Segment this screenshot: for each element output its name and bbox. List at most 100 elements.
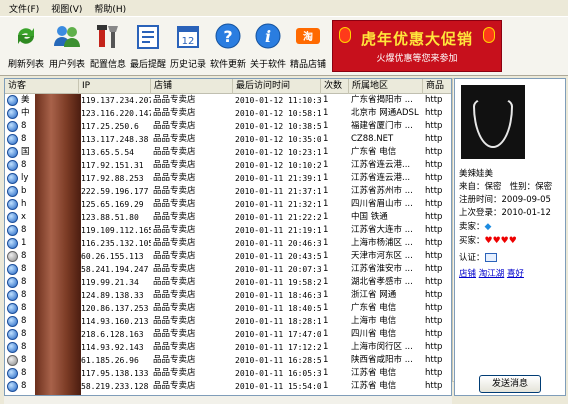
col-ip[interactable]: IP bbox=[79, 79, 151, 94]
shop-cell: 品品专卖店 bbox=[153, 355, 196, 365]
region-cell: 浙江省 网通 bbox=[351, 290, 397, 300]
lantern-icon bbox=[339, 27, 351, 43]
menu-view[interactable]: 视图(V) bbox=[45, 2, 88, 15]
time-cell: 2010-01-11 17:12:28 bbox=[235, 343, 321, 352]
region-cell: CZ88.NET bbox=[351, 134, 394, 144]
software-update-button[interactable]: ? 软件更新 bbox=[208, 19, 248, 75]
send-message-button[interactable]: 发送消息 bbox=[479, 375, 541, 393]
count-cell: 1 bbox=[323, 277, 329, 287]
shop-cell: 品品专卖店 bbox=[153, 121, 196, 131]
visitor-status-icon bbox=[7, 303, 18, 314]
region-cell: 上海市闵行区 ... bbox=[351, 342, 413, 352]
visitor-name-cell: h bbox=[21, 199, 27, 209]
favorites-link[interactable]: 喜好 bbox=[507, 269, 524, 279]
count-cell: 1 bbox=[323, 316, 329, 326]
seller-rating-row: 卖家：◆ bbox=[459, 220, 491, 232]
visitor-name-cell: 国 bbox=[21, 147, 30, 157]
count-cell: 1 bbox=[323, 303, 329, 313]
time-cell: 2010-01-11 18:40:59 bbox=[235, 304, 321, 313]
visitor-name-cell: 8 bbox=[21, 121, 27, 131]
shop-cell: 品品专卖店 bbox=[153, 264, 196, 274]
tools-icon bbox=[93, 21, 123, 51]
ip-cell: 113.117.248.38 bbox=[81, 135, 149, 144]
count-cell: 1 bbox=[323, 381, 329, 391]
time-cell: 2010-01-11 16:28:54 bbox=[235, 356, 321, 365]
time-cell: 2010-01-11 20:46:32 bbox=[235, 239, 321, 248]
visitor-status-icon bbox=[7, 355, 18, 366]
horizontal-scrollbar[interactable] bbox=[4, 396, 452, 404]
product-cell: http bbox=[425, 381, 443, 391]
region-cell: 天津市河东区 ... bbox=[351, 251, 413, 261]
time-cell: 2010-01-12 10:35:01 bbox=[235, 135, 321, 144]
last-reminder-button[interactable]: 最后提醒 bbox=[128, 19, 168, 75]
product-cell: http bbox=[425, 290, 443, 300]
count-cell: 1 bbox=[323, 147, 329, 157]
menu-help[interactable]: 帮助(H) bbox=[88, 2, 132, 15]
region-cell: 上海市杨浦区 ... bbox=[351, 238, 413, 248]
col-region[interactable]: 所属地区 bbox=[349, 79, 423, 94]
region-cell: 陕西省咸阳市 ... bbox=[351, 355, 413, 365]
reg-value: 2009-09-05 bbox=[501, 195, 551, 205]
shop-cell: 品品专卖店 bbox=[153, 212, 196, 222]
seller-label: 卖家： bbox=[459, 222, 485, 232]
product-cell: http bbox=[425, 225, 443, 235]
ip-cell: 116.235.132.105 bbox=[81, 239, 151, 248]
product-cell: http bbox=[425, 264, 443, 274]
col-visitor[interactable]: 访客 bbox=[5, 79, 79, 94]
product-cell: http bbox=[425, 251, 443, 261]
visitor-status-icon bbox=[7, 368, 18, 379]
visitor-name-cell: 8 bbox=[21, 342, 27, 352]
ip-cell: 218.6.128.163 bbox=[81, 330, 144, 339]
visitor-name-cell: 8 bbox=[21, 355, 27, 365]
svg-text:淘: 淘 bbox=[303, 30, 313, 43]
region-cell: 四川省 电信 bbox=[351, 329, 397, 339]
product-cell: http bbox=[425, 147, 443, 157]
region-cell: 福建省厦门市 ... bbox=[351, 121, 413, 131]
count-cell: 1 bbox=[323, 173, 329, 183]
shop-cell: 品品专卖店 bbox=[153, 225, 196, 235]
ip-cell: 117.95.138.133 bbox=[81, 369, 149, 378]
necklace-image bbox=[473, 96, 513, 148]
visitor-status-icon bbox=[7, 290, 18, 301]
visitor-status-icon bbox=[7, 277, 18, 288]
svg-text:?: ? bbox=[223, 27, 232, 46]
visitor-status-icon bbox=[7, 264, 18, 275]
about-button[interactable]: i 关于软件 bbox=[248, 19, 288, 75]
shop-cell: 品品专卖店 bbox=[153, 368, 196, 378]
count-cell: 1 bbox=[323, 121, 329, 131]
visitor-name-cell: 美 bbox=[21, 95, 30, 105]
region-cell: 广东省 电信 bbox=[351, 147, 397, 157]
promo-banner[interactable]: 虎年优惠大促销 火爆优惠等您来参加 bbox=[332, 20, 502, 72]
promo-title: 虎年优惠大促销 bbox=[360, 30, 473, 48]
col-last-visit[interactable]: 最后访问时间 bbox=[233, 79, 321, 94]
col-count[interactable]: 次数 bbox=[321, 79, 349, 94]
ip-cell: 117.25.250.6 bbox=[81, 122, 139, 131]
menu-file[interactable]: 文件(F) bbox=[3, 2, 45, 15]
shop-cell: 品品专卖店 bbox=[153, 108, 196, 118]
ip-cell: 117.92.88.253 bbox=[81, 174, 144, 183]
visitor-name-cell: 8 bbox=[21, 381, 27, 391]
col-product[interactable]: 商品 bbox=[423, 79, 451, 94]
boutique-shop-button[interactable]: 淘 精品店铺 bbox=[288, 19, 328, 75]
visitor-status-icon bbox=[7, 134, 18, 145]
shop-cell: 品品专卖店 bbox=[153, 381, 196, 391]
config-button[interactable]: 配置信息 bbox=[88, 19, 128, 75]
time-cell: 2010-01-11 19:58:23 bbox=[235, 278, 321, 287]
refresh-list-button[interactable]: 刷新列表 bbox=[6, 19, 46, 75]
time-cell: 2010-01-12 10:58:11 bbox=[235, 109, 321, 118]
shop-link[interactable]: 店铺 bbox=[459, 269, 476, 279]
visitor-name-cell: 8 bbox=[21, 264, 27, 274]
user-list-button[interactable]: 用户列表 bbox=[47, 19, 87, 75]
count-cell: 1 bbox=[323, 238, 329, 248]
config-label: 配置信息 bbox=[89, 60, 126, 70]
ip-cell: 58.241.194.247 bbox=[81, 265, 149, 274]
visitor-name-cell: 8 bbox=[21, 290, 27, 300]
shop-cell: 品品专卖店 bbox=[153, 316, 196, 326]
profile-origin-row: 来自：保密 性别：保密 bbox=[459, 180, 552, 192]
taojianghu-link[interactable]: 淘江湖 bbox=[479, 269, 505, 279]
col-shop[interactable]: 店铺 bbox=[151, 79, 233, 94]
count-cell: 1 bbox=[323, 134, 329, 144]
time-cell: 2010-01-11 21:37:16 bbox=[235, 187, 321, 196]
last-reminder-label: 最后提醒 bbox=[129, 60, 166, 70]
history-button[interactable]: 12 历史记录 bbox=[168, 19, 208, 75]
